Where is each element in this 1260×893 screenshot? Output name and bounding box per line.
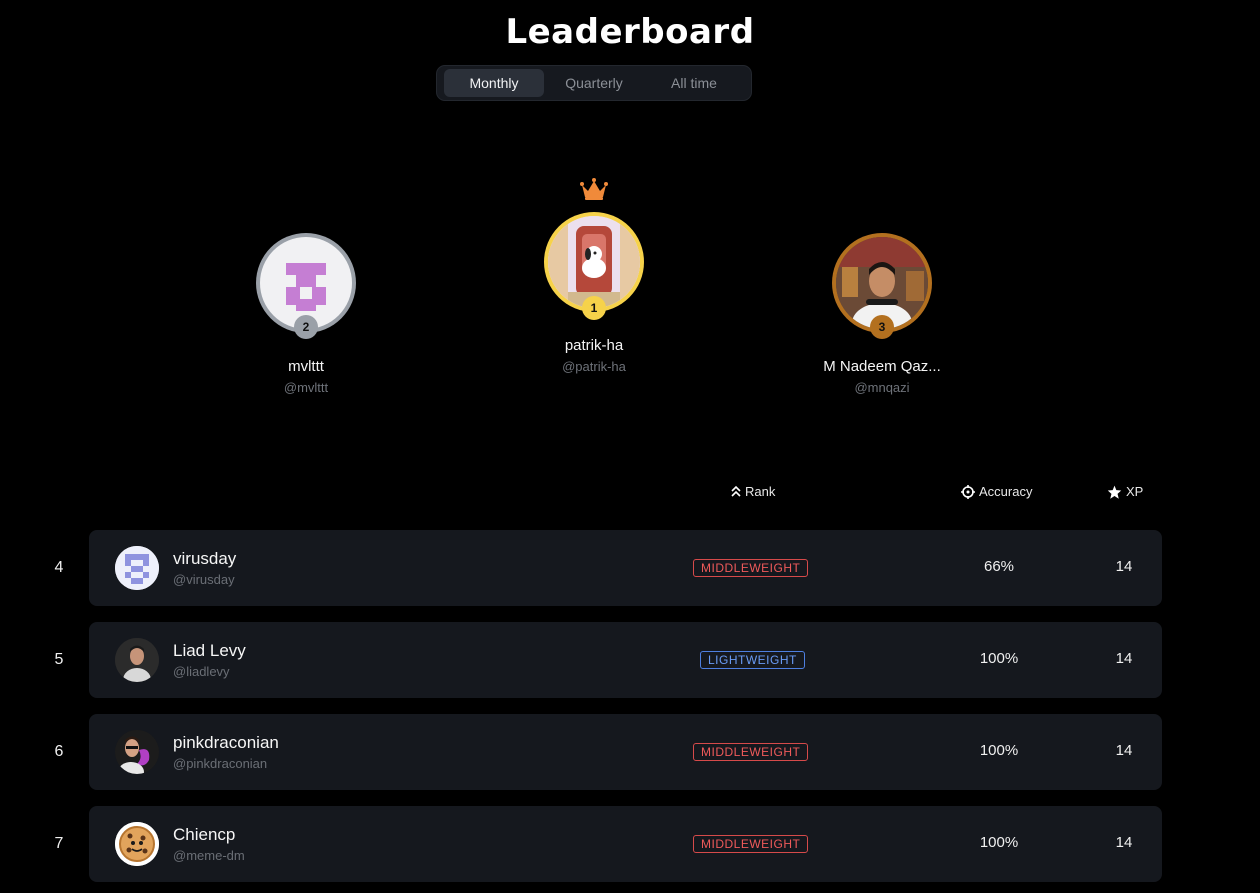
- row-accuracy: 100%: [979, 742, 1019, 759]
- podium-second[interactable]: 2 mvlttt @mvlttt: [206, 233, 406, 403]
- tab-monthly[interactable]: Monthly: [444, 69, 544, 97]
- column-header-rank[interactable]: Rank: [731, 484, 775, 499]
- place-badge: 1: [582, 296, 606, 320]
- table-row[interactable]: Chiencp @meme-dm MIDDLEWEIGHT 100% 14: [89, 806, 1162, 882]
- column-label: Accuracy: [979, 484, 1033, 499]
- identicon-avatar: [115, 546, 159, 590]
- column-label: XP: [1126, 484, 1144, 499]
- podium-first[interactable]: 1 patrik-ha @patrik-ha: [494, 212, 694, 382]
- tab-quarterly[interactable]: Quarterly: [544, 69, 644, 97]
- row-name[interactable]: Liad Levy: [173, 641, 246, 661]
- podium-name: mvlttt: [288, 358, 324, 375]
- column-header-accuracy[interactable]: Accuracy: [961, 484, 1032, 499]
- throne-dog-avatar: [548, 216, 640, 308]
- page-title: Leaderboard: [505, 12, 755, 52]
- row-handle: @pinkdraconian: [173, 756, 268, 771]
- avatar: [115, 546, 159, 590]
- rank-badge: MIDDLEWEIGHT: [693, 743, 809, 761]
- column-label: Rank: [745, 484, 776, 499]
- place-badge: 2: [294, 315, 318, 339]
- podium-name: M Nadeem Qaz...: [823, 358, 941, 375]
- row-xp: 14: [1115, 834, 1133, 851]
- row-position: 4: [54, 559, 64, 576]
- row-name[interactable]: virusday: [173, 549, 236, 569]
- row-accuracy: 100%: [979, 650, 1019, 667]
- avatar: [115, 730, 159, 774]
- rank-badge: MIDDLEWEIGHT: [693, 559, 809, 577]
- row-position: 7: [54, 835, 64, 852]
- rank-badge: MIDDLEWEIGHT: [693, 835, 809, 853]
- crosshair-icon: [961, 484, 975, 499]
- double-chevron-up-icon: [731, 485, 741, 497]
- podium-handle: @patrik-ha: [562, 359, 626, 374]
- row-handle: @meme-dm: [173, 848, 245, 863]
- podium-name: patrik-ha: [564, 337, 624, 354]
- tab-all-time[interactable]: All time: [644, 69, 744, 97]
- place-badge: 3: [870, 315, 894, 339]
- column-header-xp[interactable]: XP: [1107, 484, 1143, 499]
- table-row[interactable]: Liad Levy @liadlevy LIGHTWEIGHT 100% 14: [89, 622, 1162, 698]
- cookie-avatar: [115, 822, 159, 866]
- table-row[interactable]: pinkdraconian @pinkdraconian MIDDLEWEIGH…: [89, 714, 1162, 790]
- avatar: [115, 822, 159, 866]
- photo-avatar: [115, 730, 159, 774]
- row-accuracy: 100%: [979, 834, 1019, 851]
- podium-handle: @mvlttt: [283, 380, 329, 395]
- row-position: 6: [54, 743, 64, 760]
- star-icon: [1107, 485, 1122, 499]
- row-handle: @virusday: [173, 572, 235, 587]
- row-xp: 14: [1115, 650, 1133, 667]
- row-name[interactable]: Chiencp: [173, 825, 235, 845]
- period-tabs: Monthly Quarterly All time: [436, 65, 752, 101]
- avatar: [115, 638, 159, 682]
- photo-avatar: [115, 638, 159, 682]
- row-handle: @liadlevy: [173, 664, 230, 679]
- row-xp: 14: [1115, 558, 1133, 575]
- table-row[interactable]: virusday @virusday MIDDLEWEIGHT 66% 14: [89, 530, 1162, 606]
- podium-third[interactable]: 3 M Nadeem Qaz... @mnqazi: [782, 233, 982, 403]
- podium-handle: @mnqazi: [854, 380, 910, 395]
- row-accuracy: 66%: [983, 558, 1015, 575]
- row-position: 5: [54, 651, 64, 668]
- row-name[interactable]: pinkdraconian: [173, 733, 279, 753]
- crown-icon: [580, 178, 608, 200]
- row-xp: 14: [1115, 742, 1133, 759]
- rank-badge: LIGHTWEIGHT: [700, 651, 805, 669]
